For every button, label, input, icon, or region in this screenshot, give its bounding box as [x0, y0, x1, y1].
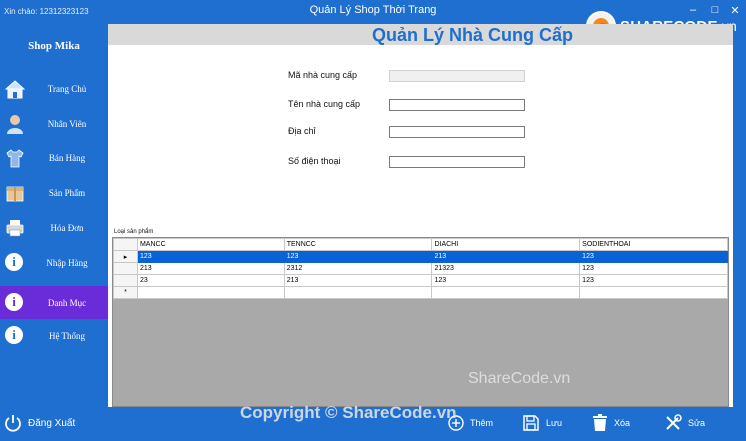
table-cell[interactable]: 123 — [431, 274, 581, 287]
app-window: Xin chào: 12312323123 Quản Lý Shop Thời … — [0, 0, 746, 441]
delete-button[interactable]: Xóa — [592, 411, 630, 435]
column-header[interactable]: SODIENTHOAI — [579, 238, 728, 251]
table-cell[interactable]: 23 — [136, 274, 285, 287]
person-icon — [7, 114, 23, 134]
house-icon — [5, 79, 25, 98]
supplier-name-field[interactable] — [389, 99, 525, 111]
shop-name: Shop Mika — [28, 40, 80, 52]
sidebar-item-home[interactable]: Trang Chủ — [0, 72, 108, 105]
row-header-corner — [113, 238, 138, 251]
table-cell[interactable] — [136, 286, 285, 299]
info-icon: i — [5, 325, 25, 346]
table-cell[interactable]: 123 — [579, 274, 728, 287]
column-header[interactable]: MANCC — [136, 238, 285, 251]
table-row[interactable]: 23 213 123 123 — [113, 274, 728, 287]
grid-group-label: Loại sản phẩm — [114, 229, 154, 235]
column-header[interactable]: TENNCC — [283, 238, 433, 251]
sidebar: Shop Mika Trang Chủ Nhân Viên Bán Hàng S… — [0, 24, 108, 441]
save-label: Lưu — [546, 418, 563, 428]
add-label: Thêm — [470, 418, 494, 428]
package-icon — [6, 186, 24, 201]
row-header — [113, 262, 138, 275]
supplier-id-field[interactable] — [389, 70, 525, 82]
edit-label: Sửa — [688, 418, 706, 428]
main-panel: Quản Lý Nhà Cung Cấp Mã nhà cung cấp Tên… — [108, 24, 733, 407]
table-cell[interactable]: 123 — [136, 250, 285, 263]
table-row[interactable]: ▸ 123 123 213 123 — [113, 250, 728, 263]
sidebar-item-label: Hóa Đơn — [50, 222, 84, 233]
new-row-marker: * — [113, 286, 138, 299]
table-cell[interactable]: 213 — [283, 274, 433, 287]
sidebar-item-label: Sản Phẩm — [48, 187, 86, 198]
edit-button[interactable]: Sửa — [664, 411, 705, 435]
delete-label: Xóa — [614, 418, 631, 428]
trash-icon — [593, 414, 607, 431]
sidebar-item-label: Hệ Thống — [48, 330, 86, 341]
watermark-text: ShareCode.vn — [468, 370, 571, 387]
supplier-id-label: Mã nhà cung cấp — [288, 70, 358, 80]
info-icon: i — [5, 252, 25, 273]
table-cell[interactable] — [431, 286, 581, 299]
row-header — [113, 274, 138, 287]
sidebar-item-system[interactable]: i Hệ Thống — [0, 319, 108, 352]
sidebar-item-import[interactable]: i Nhập Hàng — [0, 246, 108, 279]
printer-icon — [6, 219, 24, 236]
sidebar-item-label: Nhập Hàng — [46, 257, 88, 268]
phone-label: Số điện thoại — [288, 156, 341, 166]
save-button[interactable]: Lưu — [522, 411, 562, 435]
logout-label: Đăng Xuất — [28, 417, 76, 429]
copyright-overlay: Copyright © ShareCode.vn — [240, 403, 457, 422]
table-cell[interactable] — [283, 286, 433, 299]
save-icon — [523, 415, 539, 431]
sidebar-item-invoices[interactable]: Hóa Đơn — [0, 211, 108, 244]
new-row[interactable]: * — [113, 286, 728, 299]
table-cell[interactable]: 123 — [579, 262, 728, 275]
shirt-icon — [6, 148, 24, 167]
table-cell[interactable]: 123 — [579, 250, 728, 263]
sidebar-item-label: Nhân Viên — [47, 118, 87, 129]
table-cell[interactable]: 213 — [431, 250, 581, 263]
power-icon — [5, 415, 21, 432]
sidebar-item-catalog[interactable]: i Danh Mục — [0, 286, 108, 319]
address-field[interactable] — [389, 126, 525, 138]
supplier-table: MANCC TENNCC DIACHI SODIENTHOAI ▸ 123 12… — [113, 238, 728, 299]
table-cell[interactable]: 123 — [283, 250, 433, 263]
table-cell[interactable]: 213 — [136, 262, 285, 275]
sidebar-item-staff[interactable]: Nhân Viên — [0, 107, 108, 140]
sidebar-item-label: Trang Chủ — [47, 83, 87, 94]
address-label: Địa chỉ — [288, 126, 316, 136]
supplier-name-label: Tên nhà cung cấp — [288, 99, 361, 109]
page-title: Quản Lý Nhà Cung Cấp — [371, 25, 573, 45]
info-icon: i — [5, 292, 25, 313]
supplier-grid[interactable]: MANCC TENNCC DIACHI SODIENTHOAI ▸ 123 12… — [112, 237, 729, 407]
sidebar-item-sales[interactable]: Bán Hàng — [0, 141, 108, 174]
tools-icon — [666, 414, 682, 430]
current-row-marker: ▸ — [113, 250, 138, 263]
header-strip: Quản Lý Nhà Cung Cấp — [108, 24, 733, 45]
table-row[interactable]: 213 2312 21323 123 — [113, 262, 728, 275]
table-cell[interactable] — [579, 286, 728, 299]
logout-button[interactable]: Đăng Xuất — [4, 412, 75, 434]
phone-field[interactable] — [389, 156, 525, 168]
sidebar-item-products[interactable]: Sản Phẩm — [0, 176, 108, 209]
sidebar-item-label: Bán Hàng — [48, 152, 86, 163]
column-header[interactable]: DIACHI — [431, 238, 581, 251]
sidebar-item-label: Danh Mục — [47, 297, 87, 308]
table-cell[interactable]: 21323 — [431, 262, 581, 275]
table-cell[interactable]: 2312 — [283, 262, 433, 275]
table-header-row: MANCC TENNCC DIACHI SODIENTHOAI — [113, 238, 728, 251]
